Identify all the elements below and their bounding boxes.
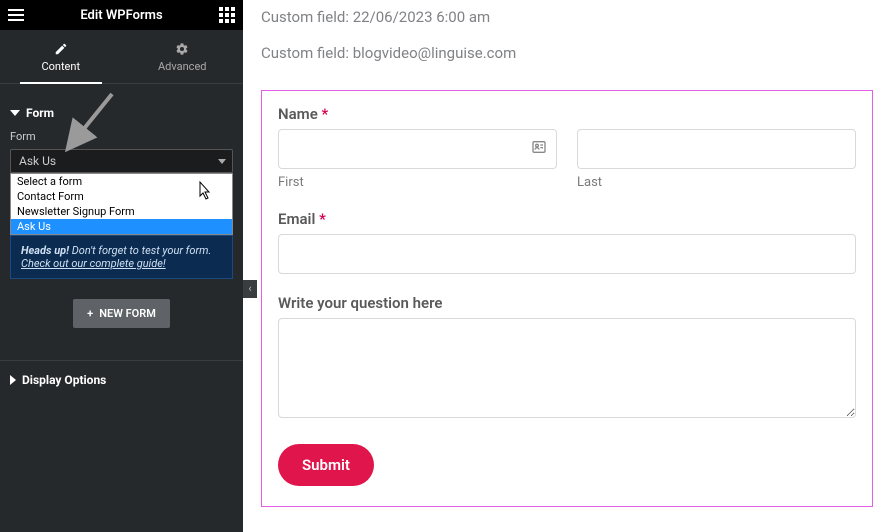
button-label: NEW FORM bbox=[99, 307, 156, 320]
section-form-header[interactable]: Form bbox=[10, 96, 233, 130]
pencil-icon bbox=[54, 42, 68, 56]
sidebar: Edit WPForms Content Advanced Form Form … bbox=[0, 0, 243, 532]
name-label: Name * bbox=[278, 105, 856, 123]
new-form-button[interactable]: + NEW FORM bbox=[73, 299, 170, 328]
first-name-input[interactable] bbox=[278, 129, 557, 169]
notice-link[interactable]: Check out our complete guide! bbox=[21, 257, 166, 270]
apps-icon[interactable] bbox=[219, 7, 235, 23]
custom-field-text: Custom field: 22/06/2023 6:00 am bbox=[261, 8, 873, 26]
button-label: Submit bbox=[302, 456, 350, 474]
section-label: Display Options bbox=[22, 373, 106, 387]
form-field-label: Form bbox=[10, 130, 233, 143]
gear-icon bbox=[175, 42, 189, 56]
dropdown-item[interactable]: Newsletter Signup Form bbox=[11, 204, 232, 219]
form-select[interactable]: Ask Us bbox=[10, 149, 233, 173]
tab-content[interactable]: Content bbox=[0, 30, 122, 83]
chevron-down-icon bbox=[218, 159, 226, 164]
form-select-dropdown: Select a form Contact Form Newsletter Si… bbox=[10, 173, 233, 235]
submit-button[interactable]: Submit bbox=[278, 444, 374, 486]
question-textarea[interactable] bbox=[278, 318, 856, 418]
dropdown-item-placeholder[interactable]: Select a form bbox=[11, 174, 232, 189]
tab-label: Advanced bbox=[158, 60, 206, 73]
notice-strong: Heads up! bbox=[21, 244, 69, 257]
last-name-input[interactable] bbox=[577, 129, 856, 169]
custom-field-text: Custom field: blogvideo@linguise.com bbox=[261, 44, 873, 62]
chevron-right-icon bbox=[10, 375, 16, 385]
content-area: Custom field: 22/06/2023 6:00 am Custom … bbox=[243, 0, 891, 532]
menu-icon[interactable] bbox=[8, 9, 24, 21]
chevron-down-icon bbox=[10, 110, 20, 116]
collapse-toggle[interactable]: ‹ bbox=[243, 280, 257, 298]
last-sublabel: Last bbox=[577, 175, 856, 190]
first-sublabel: First bbox=[278, 175, 557, 190]
panel-content: Form Form Ask Us Select a form Contact F… bbox=[0, 84, 243, 360]
panel-title: Edit WPForms bbox=[80, 8, 162, 23]
email-input[interactable] bbox=[278, 234, 856, 274]
plus-icon: + bbox=[87, 307, 93, 320]
tab-label: Content bbox=[41, 60, 80, 73]
question-label: Write your question here bbox=[278, 294, 856, 312]
name-field-icon bbox=[531, 139, 547, 159]
section-label: Form bbox=[26, 106, 54, 120]
tab-advanced[interactable]: Advanced bbox=[122, 30, 244, 83]
notice-box: Heads up! Don't forget to test your form… bbox=[10, 235, 233, 279]
section-display-options[interactable]: Display Options bbox=[0, 360, 243, 399]
select-value: Ask Us bbox=[19, 154, 56, 168]
dropdown-item-selected[interactable]: Ask Us bbox=[11, 219, 232, 234]
form-preview: Name * First Last Email * Write your que… bbox=[261, 90, 873, 507]
dropdown-item[interactable]: Contact Form bbox=[11, 189, 232, 204]
notice-text: Don't forget to test your form. bbox=[69, 244, 211, 257]
email-label: Email * bbox=[278, 210, 856, 228]
header-bar: Edit WPForms bbox=[0, 0, 243, 30]
chevron-left-icon: ‹ bbox=[248, 282, 251, 295]
tabs: Content Advanced bbox=[0, 30, 243, 84]
